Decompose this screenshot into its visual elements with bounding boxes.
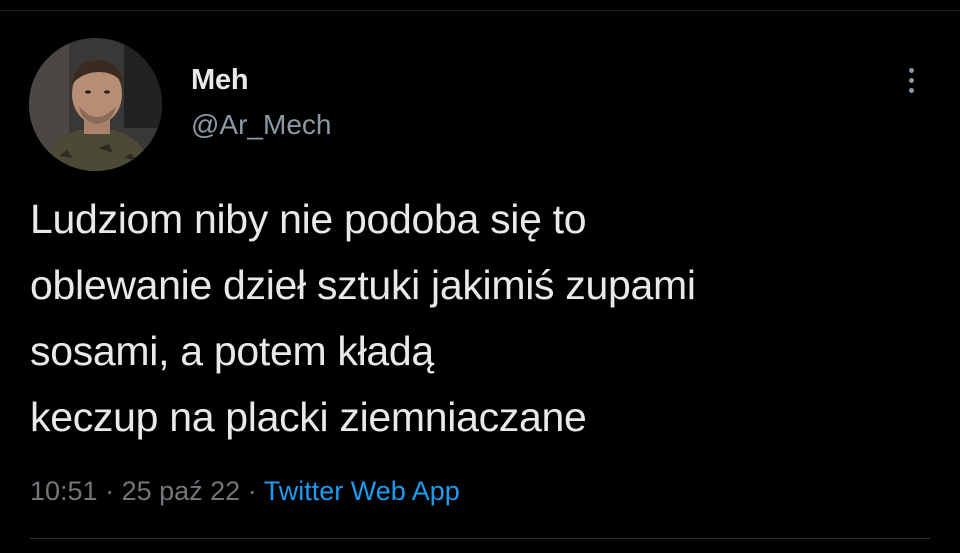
more-vertical-icon[interactable] [898,62,924,98]
tweet-text-line: keczup na placki ziemniaczane [30,394,587,440]
tweet-time[interactable]: 10:51 [30,476,98,506]
tweet-meta: 10:51 · 25 paź 22 · Twitter Web App [30,469,460,513]
more-dot [908,67,914,73]
avatar[interactable] [29,38,162,171]
tweet-source-link[interactable]: Twitter Web App [264,476,460,506]
tweet-date[interactable]: 25 paź 22 [122,476,241,506]
meta-separator: · [240,476,264,506]
tweet-text: Ludziom niby nie podoba się to oblewanie… [30,186,930,450]
more-dot [908,87,914,93]
tweet-text-line: oblewanie dzieł sztuki jakimiś zupami [30,262,696,308]
display-name[interactable]: Meh [191,60,331,100]
user-handle[interactable]: @Ar_Mech [191,106,331,144]
meta-separator: · [97,476,122,506]
more-dot [908,77,914,83]
tweet-text-line: sosami, a potem kładą [30,328,434,374]
bottom-divider [30,538,930,539]
tweet-card: Meh @Ar_Mech Ludziom niby nie podoba się… [0,0,960,553]
top-divider [0,10,960,11]
avatar-image [29,38,162,171]
author-names: Meh @Ar_Mech [191,60,331,144]
tweet-text-line: Ludziom niby nie podoba się to [30,196,587,242]
